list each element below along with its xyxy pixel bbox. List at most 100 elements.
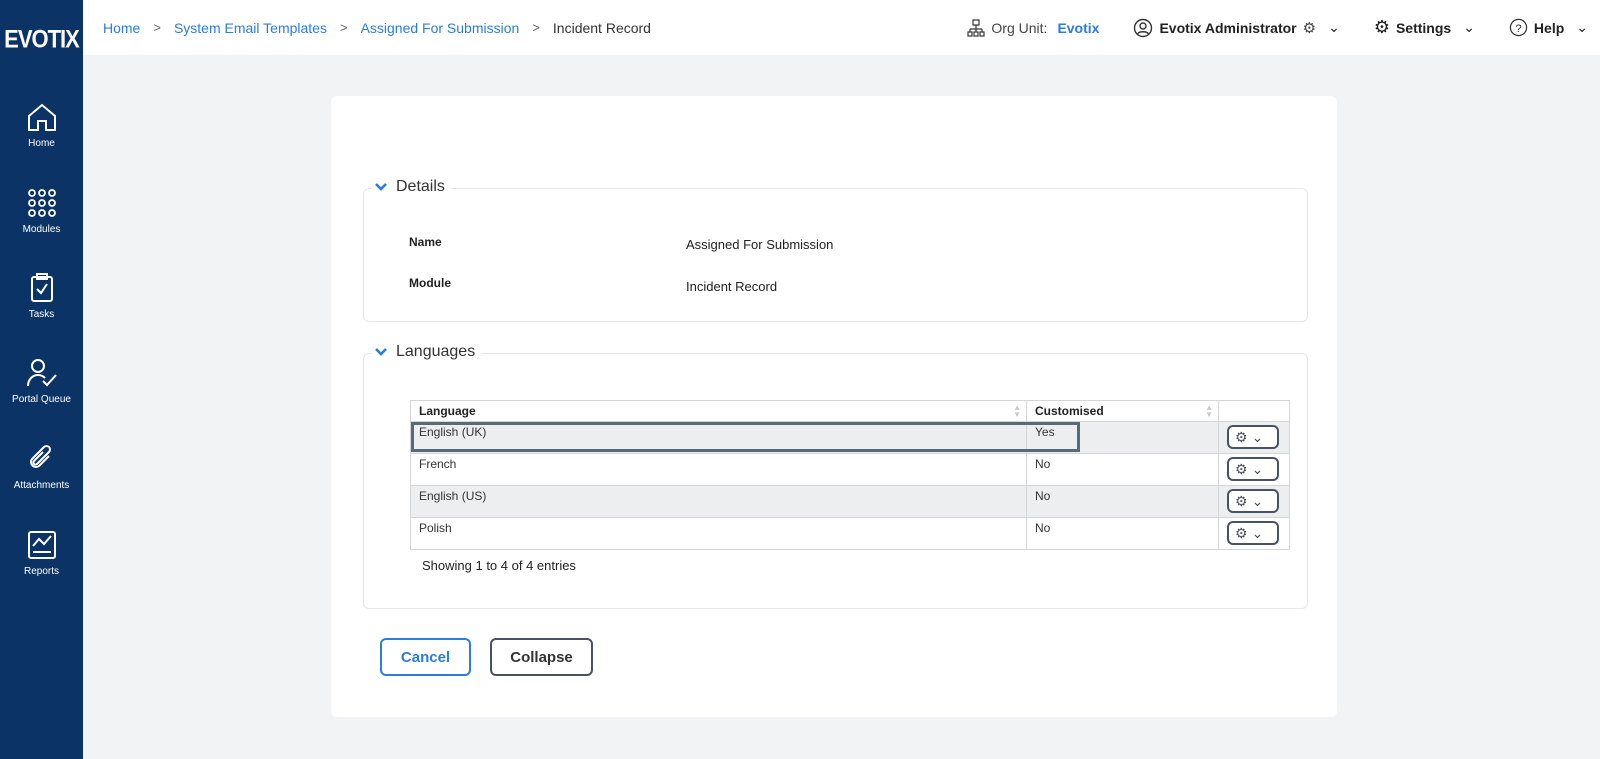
customised-cell: No bbox=[1026, 485, 1219, 518]
table-info: Showing 1 to 4 of 4 entries bbox=[422, 558, 576, 573]
language-value: English (UK) bbox=[419, 425, 487, 439]
languages-toggle[interactable]: Languages bbox=[372, 343, 482, 361]
chevron-down-icon bbox=[375, 183, 387, 191]
sidebar-label: Reports bbox=[23, 566, 59, 577]
help-label: Help bbox=[1533, 19, 1565, 36]
column-header-actions bbox=[1218, 400, 1290, 422]
evotix-logo[interactable]: EVOTIX bbox=[0, 0, 83, 59]
breadcrumb-home[interactable]: Home bbox=[103, 20, 140, 36]
org-chart-icon bbox=[967, 18, 986, 37]
module-label: Module bbox=[409, 276, 451, 290]
sidebar-item-portal-queue[interactable]: Portal Queue bbox=[0, 358, 83, 405]
settings-label: Settings bbox=[1395, 19, 1452, 36]
row-actions-button[interactable]: ⚙ ⌄ bbox=[1227, 457, 1279, 481]
paperclip-icon bbox=[29, 444, 51, 468]
sidebar-item-attachments[interactable]: Attachments bbox=[0, 444, 83, 491]
chevron-down-icon: ⌄ bbox=[1251, 492, 1264, 509]
sidebar: EVOTIX Home Modules Tasks Portal Queue A… bbox=[0, 0, 83, 759]
language-cell: French bbox=[410, 453, 1027, 486]
sort-icon: ▲ ▼ bbox=[1013, 403, 1021, 419]
chevron-down-icon: ⌄ bbox=[1251, 524, 1264, 541]
chevron-right-icon: > bbox=[153, 20, 161, 35]
gear-icon: ⚙ bbox=[1235, 460, 1248, 477]
chevron-down-icon: ⌄ bbox=[1463, 19, 1475, 35]
template-card: Details Name Assigned For Submission Mod… bbox=[331, 96, 1337, 717]
sidebar-label: Home bbox=[28, 138, 55, 149]
row-actions-button[interactable]: ⚙ ⌄ bbox=[1227, 425, 1279, 449]
sidebar-item-modules[interactable]: Modules bbox=[0, 188, 83, 235]
report-chart-icon bbox=[27, 531, 56, 559]
row-actions-button[interactable]: ⚙ ⌄ bbox=[1227, 489, 1279, 513]
chevron-down-icon: ⌄ bbox=[1328, 19, 1340, 35]
sort-icon: ▲ ▼ bbox=[1205, 403, 1213, 419]
header-label: Language bbox=[419, 404, 476, 418]
language-cell: English (US) bbox=[410, 485, 1027, 518]
user-circle-icon bbox=[1134, 18, 1153, 37]
sidebar-item-home[interactable]: Home bbox=[0, 102, 83, 149]
cancel-button[interactable]: Cancel bbox=[380, 638, 471, 676]
svg-text:?: ? bbox=[1515, 23, 1521, 35]
chevron-down-icon: ⌄ bbox=[1576, 19, 1588, 35]
home-icon bbox=[27, 103, 56, 131]
user-check-icon bbox=[26, 359, 57, 387]
gears-icon: ⚙ bbox=[1302, 19, 1317, 37]
sidebar-item-tasks[interactable]: Tasks bbox=[0, 273, 83, 320]
clipboard-check-icon bbox=[30, 273, 53, 302]
chevron-down-icon: ⌄ bbox=[1251, 460, 1264, 477]
chevron-down-icon: ⌄ bbox=[1251, 428, 1264, 445]
table-row[interactable]: French No ⚙ ⌄ bbox=[410, 453, 1290, 486]
customised-cell: Yes bbox=[1026, 421, 1219, 454]
table-row[interactable]: English (US) No ⚙ ⌄ bbox=[410, 485, 1290, 518]
sidebar-item-reports[interactable]: Reports bbox=[0, 530, 83, 577]
languages-section: Languages Language ▲ ▼ Customised ▲ ▼ Englis… bbox=[363, 343, 1308, 609]
gear-icon: ⚙ bbox=[1235, 524, 1248, 541]
focus-outline bbox=[411, 422, 1080, 452]
details-title: Details bbox=[396, 178, 445, 195]
details-toggle[interactable]: Details bbox=[372, 178, 451, 196]
breadcrumb-assigned-for-submission[interactable]: Assigned For Submission bbox=[361, 20, 520, 36]
org-unit[interactable]: Org Unit: Evotix bbox=[967, 18, 1099, 37]
chevron-right-icon: > bbox=[339, 20, 348, 35]
actions-cell: ⚙ ⌄ bbox=[1218, 453, 1290, 486]
language-cell: English (UK) bbox=[410, 421, 1080, 454]
org-unit-value[interactable]: Evotix bbox=[1057, 20, 1099, 36]
languages-table: Language ▲ ▼ Customised ▲ ▼ English (UK) Yes… bbox=[410, 400, 1290, 550]
language-cell: Polish bbox=[410, 517, 1027, 550]
table-row[interactable]: Polish No ⚙ ⌄ bbox=[410, 517, 1290, 550]
user-name: Evotix Administrator bbox=[1159, 19, 1297, 36]
header-label: Customised bbox=[1035, 404, 1104, 418]
details-section: Details Name Assigned For Submission Mod… bbox=[363, 178, 1308, 322]
help-menu[interactable]: ? Help ⌄ bbox=[1509, 18, 1588, 37]
breadcrumb: Home > System Email Templates > Assigned F… bbox=[103, 20, 651, 36]
settings-menu[interactable]: ⚙ Settings ⌄ bbox=[1374, 17, 1475, 38]
actions-cell: ⚙ ⌄ bbox=[1218, 485, 1290, 518]
name-label: Name bbox=[409, 235, 442, 249]
breadcrumb-system-email-templates[interactable]: System Email Templates bbox=[174, 20, 327, 36]
customised-cell: No bbox=[1026, 517, 1219, 550]
gear-icon: ⚙ bbox=[1373, 17, 1390, 37]
user-menu[interactable]: Evotix Administrator ⚙ ⌄ bbox=[1133, 18, 1340, 38]
gear-icon: ⚙ bbox=[1235, 428, 1248, 445]
gear-icon: ⚙ bbox=[1235, 492, 1248, 509]
grid-icon bbox=[27, 189, 56, 217]
languages-title: Languages bbox=[396, 343, 476, 360]
sidebar-label: Portal Queue bbox=[12, 394, 71, 405]
org-unit-label: Org Unit: bbox=[991, 19, 1048, 36]
row-actions-button[interactable]: ⚙ ⌄ bbox=[1227, 521, 1279, 545]
breadcrumb-current: Incident Record bbox=[552, 19, 651, 36]
column-header-customised[interactable]: Customised ▲ ▼ bbox=[1026, 400, 1219, 422]
module-value: Incident Record bbox=[686, 279, 778, 294]
table-row[interactable]: English (UK) Yes ⚙ ⌄ bbox=[410, 421, 1290, 454]
column-header-language[interactable]: Language ▲ ▼ bbox=[410, 400, 1027, 422]
chevron-down-icon bbox=[375, 348, 387, 356]
chevron-right-icon: > bbox=[532, 20, 540, 35]
sidebar-label: Modules bbox=[22, 224, 61, 235]
name-value: Assigned For Submission bbox=[686, 237, 834, 252]
sidebar-label: Tasks bbox=[28, 309, 55, 320]
help-circle-icon: ? bbox=[1509, 18, 1528, 37]
customised-cell: No bbox=[1026, 453, 1219, 486]
top-bar: Home > System Email Templates > Assigned F… bbox=[83, 0, 1600, 55]
actions-cell: ⚙ ⌄ bbox=[1218, 517, 1290, 550]
collapse-button[interactable]: Collapse bbox=[490, 638, 593, 676]
sidebar-label: Attachments bbox=[13, 480, 70, 491]
